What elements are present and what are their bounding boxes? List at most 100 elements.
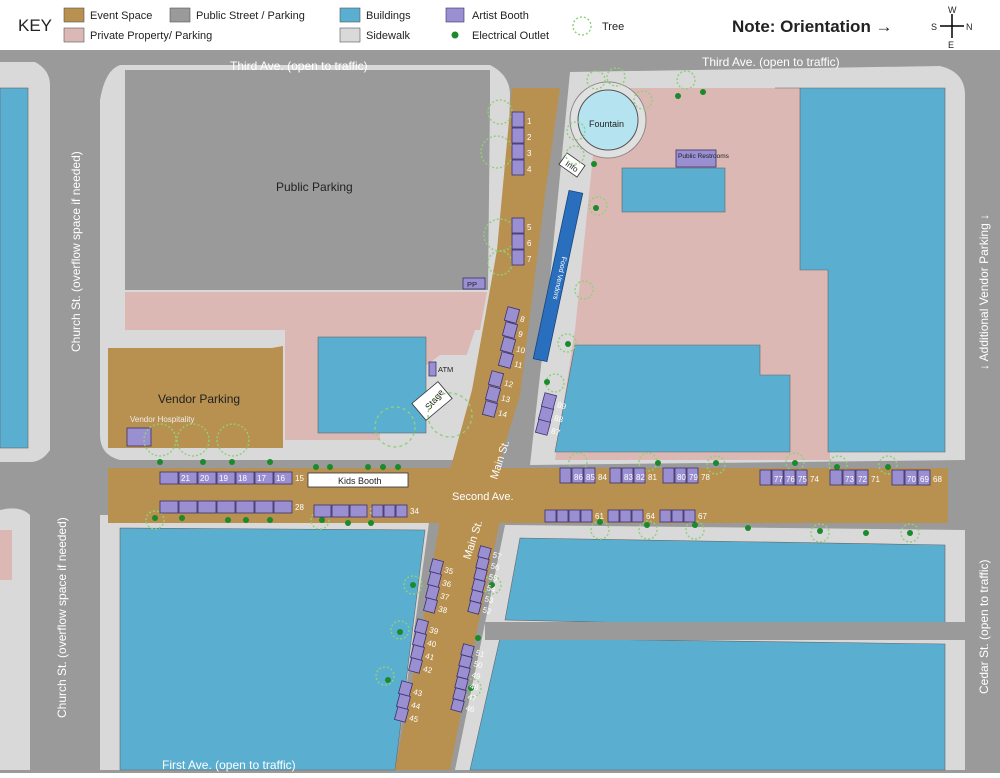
electrical-outlet-icon xyxy=(380,464,386,470)
key-tree: Tree xyxy=(602,21,624,33)
artist-booth-box xyxy=(511,217,525,234)
artist-booth-number: 67 xyxy=(698,512,707,521)
artist-booth-number: 68 xyxy=(933,475,942,484)
tree-icon xyxy=(572,16,592,36)
artist-booth-number: 18 xyxy=(238,474,247,483)
kids-booth-label: Kids Booth xyxy=(338,476,382,486)
compass-icon: W N E S xyxy=(931,5,973,50)
electrical-outlet-icon xyxy=(365,464,371,470)
artist-booth-box xyxy=(891,469,905,486)
electrical-outlet-icon xyxy=(544,379,550,385)
second-ave-label: Second Ave. xyxy=(452,491,514,503)
artist-booth-number: 80 xyxy=(677,473,686,482)
artist-booth-number: 83 xyxy=(624,473,633,482)
building-central xyxy=(317,336,427,434)
additional-vendor-parking-label: ↓ Additional Vendor Parking ↓ xyxy=(977,214,991,370)
first-ave-label: First Ave. (open to traffic) xyxy=(162,758,296,772)
artist-booth-box xyxy=(556,509,569,523)
artist-booth-box xyxy=(671,509,684,523)
electrical-outlet-icon xyxy=(225,517,231,523)
artist-booth-box xyxy=(559,467,572,484)
artist-booth-box xyxy=(609,467,622,484)
artist-booth-number: 28 xyxy=(295,503,304,512)
artist-booth-number: 2 xyxy=(527,133,532,142)
artist-booth-number: 78 xyxy=(701,473,710,482)
artist-booth-box xyxy=(254,500,274,514)
artist-booth-number: 75 xyxy=(798,475,807,484)
artist-booth-number: 72 xyxy=(858,475,867,484)
private-property-swatch xyxy=(63,27,85,43)
buildings-swatch xyxy=(339,7,361,23)
artist-booth-box xyxy=(371,504,384,518)
electrical-outlet-icon xyxy=(675,93,681,99)
artist-booth-box xyxy=(331,504,350,518)
artist-booth-box xyxy=(349,504,368,518)
compass-w: W xyxy=(948,5,957,15)
event-space-swatch xyxy=(63,7,85,23)
private-property-strip xyxy=(125,292,487,330)
electrical-outlet-icon xyxy=(907,530,913,536)
artist-booth-21: 21 xyxy=(159,471,190,485)
electrical-outlet-icon xyxy=(397,629,403,635)
electrical-outlet-icon xyxy=(327,464,333,470)
key-svg: KEY Event Space Public Street / Parking … xyxy=(18,5,973,50)
compass-s: S xyxy=(931,22,937,32)
electrical-outlet-icon xyxy=(644,522,650,528)
artist-booth-box xyxy=(568,509,581,523)
pp-label: PP xyxy=(467,280,477,289)
artist-booth-box xyxy=(235,500,255,514)
artist-booth-box xyxy=(511,233,525,250)
building-bottom-left xyxy=(119,527,426,771)
electrical-outlet-icon xyxy=(792,460,798,466)
atm-label: ATM xyxy=(438,365,453,374)
artist-booth-box xyxy=(159,500,179,514)
third-ave-left-label: Third Ave. (open to traffic) xyxy=(230,59,368,73)
artist-booth-number: 20 xyxy=(200,474,209,483)
electrical-outlet-icon xyxy=(692,522,698,528)
artist-booth-number: 76 xyxy=(786,475,795,484)
key-buildings: Buildings xyxy=(366,10,411,22)
artist-booth-number: 16 xyxy=(276,474,285,483)
event-map: Fountain Info Public Restrooms Food Vend… xyxy=(0,50,1000,773)
artist-booth-box xyxy=(313,504,332,518)
private-left-edge-bottom xyxy=(0,530,12,580)
artist-booth-box xyxy=(511,127,525,144)
artist-booth-box xyxy=(511,159,525,176)
public-street-swatch xyxy=(169,7,191,23)
artist-booth-28: 28 xyxy=(273,500,304,514)
artist-booth-number: 61 xyxy=(595,512,604,521)
building-left-edge-top xyxy=(0,87,29,449)
key-event-space: Event Space xyxy=(90,10,152,22)
church-st-top-label: Church St. (overflow space if needed) xyxy=(69,151,83,352)
artist-booth-number: 79 xyxy=(689,473,698,482)
building-restrooms xyxy=(621,167,726,213)
electrical-outlet-icon xyxy=(591,161,597,167)
electrical-outlet-icon xyxy=(745,525,751,531)
map-svg: Fountain Info Public Restrooms Food Vend… xyxy=(0,50,1000,773)
public-restrooms-label: Public Restrooms xyxy=(678,153,730,160)
electrical-outlet-icon xyxy=(200,459,206,465)
electrical-outlet-icon xyxy=(713,460,719,466)
artist-booth-number: 15 xyxy=(295,474,304,483)
artist-booth-number: 86 xyxy=(574,473,583,482)
electrical-outlet-icon xyxy=(157,459,163,465)
electrical-outlet-icon xyxy=(885,464,891,470)
artist-booth-box xyxy=(511,143,525,160)
artist-booth-number: 74 xyxy=(810,475,819,484)
artist-booth-number: 19 xyxy=(219,474,228,483)
artist-booth-box xyxy=(683,509,696,523)
artist-booth-box xyxy=(619,509,632,523)
artist-booth-box xyxy=(216,500,236,514)
building-bottom-right-top xyxy=(504,537,946,631)
vendor-parking-label: Vendor Parking xyxy=(158,392,240,406)
artist-booth-number: 34 xyxy=(410,507,419,516)
artist-booth-number: 21 xyxy=(181,474,190,483)
artist-booth-box xyxy=(460,643,475,658)
church-st-bottom-label: Church St. (overflow space if needed) xyxy=(55,517,69,718)
artist-booth-box xyxy=(511,111,525,128)
map-key: KEY Event Space Public Street / Parking … xyxy=(0,0,1000,50)
artist-booth-number: 73 xyxy=(845,475,854,484)
artist-booth-box xyxy=(759,469,772,486)
electrical-outlet-icon xyxy=(451,31,459,39)
alley xyxy=(485,622,965,640)
